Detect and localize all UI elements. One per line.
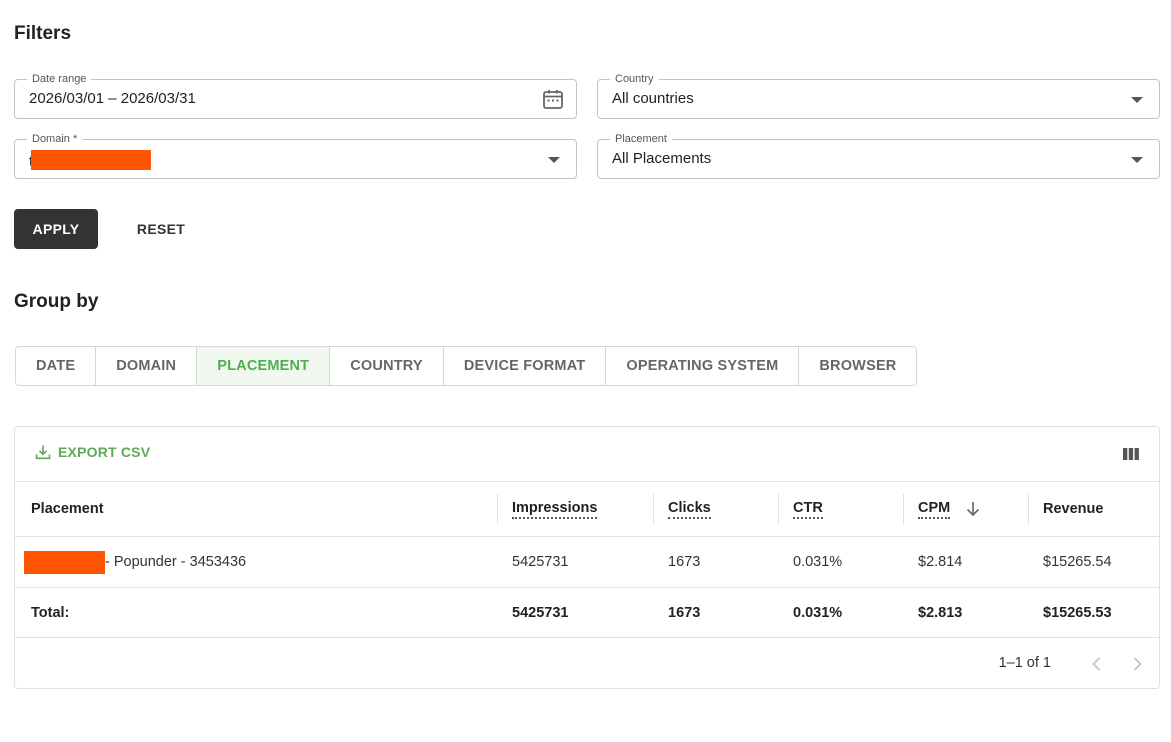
sort-descending-icon[interactable]: [964, 500, 982, 518]
total-impressions: 5425731: [512, 604, 569, 621]
redaction-block: [24, 550, 105, 574]
table-header: Placement Impressions Clicks CTR CPM Rev…: [15, 482, 1159, 537]
cell-impressions: 5425731: [512, 554, 569, 570]
domain-value: ti: [29, 150, 151, 171]
tab-browser[interactable]: BROWSER: [799, 347, 917, 385]
country-select[interactable]: Country All countries: [597, 72, 1160, 119]
placement-name-suffix: - Popunder - 3453436: [105, 554, 247, 570]
calendar-icon[interactable]: [542, 88, 564, 110]
cell-clicks: 1673: [668, 554, 701, 570]
download-icon: [35, 445, 51, 460]
column-header-cpm[interactable]: CPM: [918, 482, 982, 536]
group-by-title: Group by: [14, 291, 99, 312]
total-ctr: 0.031%: [793, 604, 843, 621]
chevron-down-icon: [1131, 157, 1143, 163]
tab-date[interactable]: DATE: [16, 347, 97, 385]
redaction-block: [30, 150, 151, 170]
group-by-tabs: DATE DOMAIN PLACEMENT COUNTRY DEVICE FOR…: [15, 346, 918, 386]
grid-footer: 1–1 of 1: [15, 638, 1159, 688]
chevron-right-icon[interactable]: [1127, 654, 1147, 674]
column-header-clicks[interactable]: Clicks: [668, 482, 711, 536]
total-cpm: $2.813: [918, 604, 963, 621]
date-range-label: Date range: [27, 72, 92, 86]
columns-icon[interactable]: [1123, 447, 1139, 461]
export-csv-button[interactable]: EXPORT CSV: [35, 444, 150, 460]
column-header-placement[interactable]: Placement: [31, 482, 104, 536]
column-header-revenue[interactable]: Revenue: [1043, 482, 1103, 536]
country-label: Country: [610, 72, 659, 86]
tab-operating-system[interactable]: OPERATING SYSTEM: [606, 347, 800, 385]
total-row: Total: 5425731 1673 0.031% $2.813 $15265…: [15, 588, 1159, 638]
date-range-field[interactable]: Date range 2026/03/01 – 2026/03/31: [14, 72, 577, 119]
placement-value: All Placements: [612, 150, 712, 167]
column-separator[interactable]: [497, 494, 498, 524]
export-csv-label: EXPORT CSV: [58, 444, 151, 460]
column-header-ctr[interactable]: CTR: [793, 482, 823, 536]
chevron-down-icon: [1131, 97, 1143, 103]
tab-domain[interactable]: DOMAIN: [96, 347, 198, 385]
apply-button[interactable]: APPLY: [14, 209, 98, 249]
chevron-down-icon: [548, 157, 560, 163]
table-row[interactable]: - Popunder - 3453436 5425731 1673 0.031%…: [15, 537, 1159, 588]
domain-select[interactable]: Domain * ti: [14, 132, 577, 179]
tab-country[interactable]: COUNTRY: [330, 347, 444, 385]
placement-label: Placement: [610, 132, 672, 146]
reset-button[interactable]: RESET: [118, 209, 204, 249]
country-value: All countries: [612, 90, 694, 107]
placement-select[interactable]: Placement All Placements: [597, 132, 1160, 179]
column-separator[interactable]: [903, 494, 904, 524]
filters-title: Filters: [14, 23, 72, 44]
data-grid: EXPORT CSV Placement Impressions Clicks …: [14, 426, 1160, 689]
chevron-left-icon[interactable]: [1087, 654, 1107, 674]
total-label: Total:: [31, 604, 70, 621]
total-clicks: 1673: [668, 604, 701, 621]
grid-toolbar: EXPORT CSV: [15, 427, 1159, 482]
column-separator[interactable]: [1028, 494, 1029, 524]
pagination-info: 1–1 of 1: [998, 655, 1051, 671]
cell-cpm: $2.814: [918, 554, 963, 570]
cell-placement: - Popunder - 3453436: [24, 537, 246, 587]
cell-ctr: 0.031%: [793, 554, 843, 570]
tab-device-format[interactable]: DEVICE FORMAT: [443, 347, 607, 385]
column-separator[interactable]: [653, 494, 654, 524]
column-header-impressions[interactable]: Impressions: [512, 482, 598, 536]
date-range-value: 2026/03/01 – 2026/03/31: [29, 90, 196, 107]
tab-placement[interactable]: PLACEMENT: [197, 347, 331, 385]
column-separator[interactable]: [778, 494, 779, 524]
cell-revenue: $15265.54: [1043, 554, 1112, 570]
total-revenue: $15265.53: [1043, 604, 1112, 621]
domain-label: Domain *: [27, 132, 83, 146]
